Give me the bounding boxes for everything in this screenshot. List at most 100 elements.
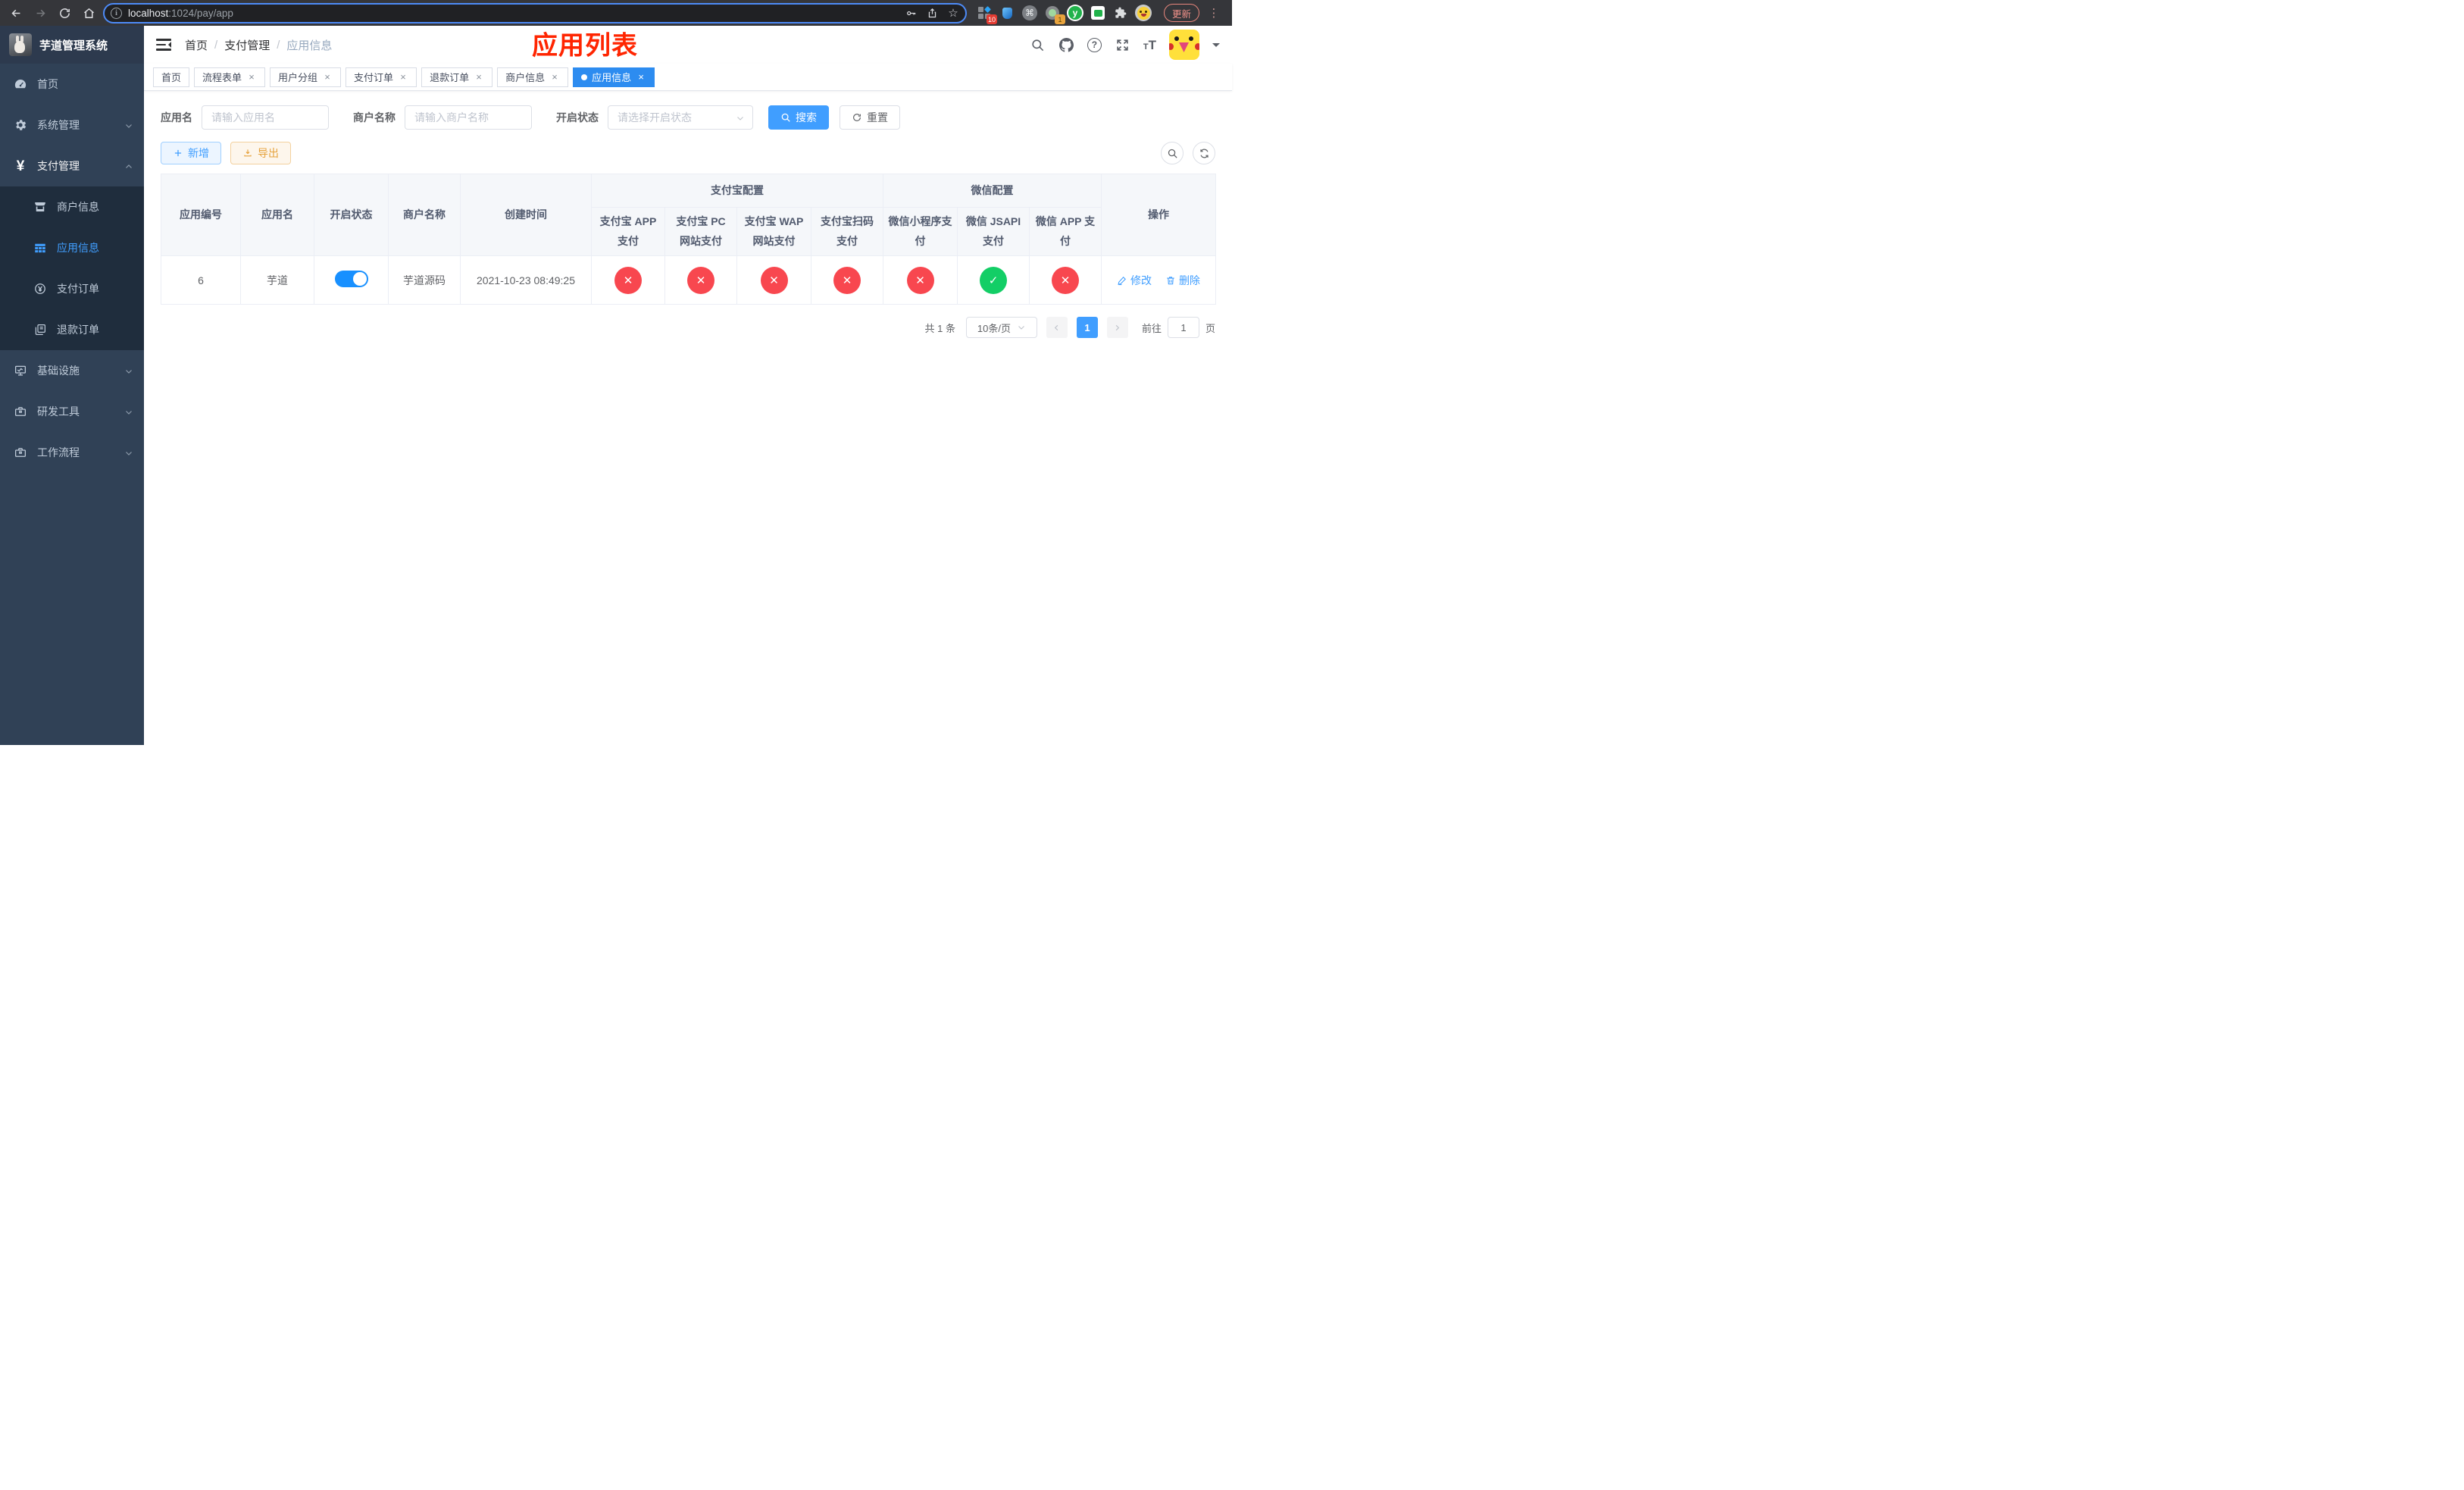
- status-switch[interactable]: [334, 271, 368, 287]
- sidebar-item-infrastructure[interactable]: 基础设施: [0, 350, 144, 391]
- sidebar-item-home[interactable]: 首页: [0, 64, 144, 105]
- close-icon[interactable]: [322, 72, 333, 83]
- refresh-table-button[interactable]: [1193, 142, 1215, 164]
- sidebar-fold-icon[interactable]: [156, 39, 171, 51]
- next-page-button[interactable]: [1106, 317, 1128, 338]
- chevron-down-icon: [124, 366, 133, 375]
- tag-home[interactable]: 首页: [153, 67, 190, 87]
- close-icon[interactable]: [549, 72, 560, 83]
- font-size-icon[interactable]: [1143, 39, 1156, 52]
- reset-button[interactable]: 重置: [840, 105, 900, 130]
- tag-app-info[interactable]: 应用信息: [573, 67, 655, 87]
- coin-icon: [33, 282, 47, 296]
- page-number-1[interactable]: 1: [1076, 317, 1098, 338]
- sidebar-item-app-info[interactable]: 应用信息: [0, 227, 144, 268]
- site-info-icon[interactable]: [111, 7, 122, 19]
- sidebar-item-dev-tools[interactable]: 研发工具: [0, 391, 144, 432]
- page-size-select[interactable]: 10条/页: [965, 317, 1037, 338]
- address-bar[interactable]: localhost:1024/pay/app: [103, 2, 967, 23]
- password-key-icon[interactable]: [902, 4, 920, 22]
- close-icon[interactable]: [636, 72, 646, 83]
- browser-menu-icon[interactable]: [1207, 6, 1221, 20]
- close-icon[interactable]: [398, 72, 408, 83]
- browser-update-button[interactable]: 更新: [1164, 4, 1200, 22]
- reload-icon[interactable]: [55, 3, 74, 23]
- sidebar-logo[interactable]: 芋道管理系统: [0, 26, 144, 64]
- goto-page-input[interactable]: [1167, 317, 1199, 338]
- forward-icon[interactable]: [30, 3, 50, 23]
- share-icon[interactable]: [923, 4, 941, 22]
- logo-image: [9, 33, 32, 56]
- bookmark-star-icon[interactable]: [944, 4, 962, 22]
- col-status: 开启状态: [314, 174, 389, 256]
- extension-grid-icon[interactable]: 10: [976, 5, 997, 24]
- user-avatar[interactable]: [1169, 30, 1199, 60]
- extension-chat-icon[interactable]: [1090, 5, 1106, 21]
- col-merchant: 商户名称: [388, 174, 461, 256]
- tag-process-form[interactable]: 流程表单: [194, 67, 266, 87]
- app-name-input[interactable]: [202, 105, 329, 130]
- user-menu-caret-icon[interactable]: [1212, 42, 1220, 51]
- yen-icon: ¥: [16, 158, 25, 174]
- close-icon[interactable]: [246, 72, 257, 83]
- toolbox-icon: [14, 405, 27, 418]
- tag-user-group[interactable]: 用户分组: [270, 67, 342, 87]
- grid-icon: [33, 241, 47, 255]
- status-select[interactable]: 请选择开启状态: [608, 105, 753, 130]
- sidebar-item-workflow[interactable]: 工作流程: [0, 432, 144, 473]
- document-icon: [33, 323, 47, 337]
- edit-pencil-icon: [1118, 276, 1126, 285]
- app-navbar: 首页 / 支付管理 / 应用信息 应用列表: [144, 26, 1232, 64]
- home-icon[interactable]: [79, 3, 98, 23]
- chevron-down-icon: [124, 121, 133, 130]
- col-actions: 操作: [1101, 174, 1216, 256]
- tag-pay-order[interactable]: 支付订单: [346, 67, 417, 87]
- fullscreen-icon[interactable]: [1115, 37, 1130, 53]
- cell-actions: 修改 删除: [1101, 255, 1216, 305]
- edit-link[interactable]: 修改: [1117, 273, 1152, 288]
- sidebar-item-system[interactable]: 系统管理: [0, 105, 144, 146]
- tag-merchant-info[interactable]: 商户信息: [497, 67, 569, 87]
- sidebar-item-pay-order[interactable]: 支付订单: [0, 268, 144, 309]
- extension-cluster: 10 1 y: [971, 5, 1156, 24]
- extensions-puzzle-icon[interactable]: [1112, 5, 1129, 21]
- tag-refund-order[interactable]: 退款订单: [421, 67, 493, 87]
- add-button[interactable]: 新增: [161, 142, 221, 164]
- screen: localhost:1024/pay/app 10 1: [0, 0, 1232, 745]
- merchant-name-input[interactable]: [405, 105, 532, 130]
- page-title-overlay: 应用列表: [532, 31, 638, 61]
- col-app-name: 应用名: [240, 174, 314, 256]
- url-text[interactable]: localhost:1024/pay/app: [128, 8, 896, 19]
- col-wechat-jsapi: 微信 JSAPI 支付: [957, 207, 1030, 256]
- extension-y-icon[interactable]: y: [1067, 5, 1083, 21]
- breadcrumb-app-info: 应用信息: [286, 39, 333, 52]
- extension-command-icon[interactable]: [1021, 5, 1038, 21]
- breadcrumb-home[interactable]: 首页: [185, 37, 208, 53]
- extension-recorder-icon[interactable]: 1: [1044, 5, 1065, 24]
- browser-profile-avatar[interactable]: [1135, 5, 1152, 21]
- breadcrumb-payment[interactable]: 支付管理: [224, 37, 270, 53]
- back-icon[interactable]: [6, 3, 26, 23]
- cell-app-id: 6: [161, 255, 241, 305]
- export-button[interactable]: 导出: [230, 142, 291, 164]
- prev-page-button[interactable]: [1046, 317, 1068, 338]
- extension-gem-icon[interactable]: [999, 5, 1015, 21]
- download-icon: [244, 149, 252, 157]
- delete-link[interactable]: 删除: [1165, 273, 1200, 288]
- app-name-label: 应用名: [161, 111, 192, 124]
- github-icon[interactable]: [1058, 37, 1074, 53]
- payment-submenu: 商户信息 应用信息 支付订单 退款订单: [0, 186, 144, 350]
- sidebar-item-merchant-info[interactable]: 商户信息: [0, 186, 144, 227]
- sidebar-item-refund-order[interactable]: 退款订单: [0, 309, 144, 350]
- col-wechat-lite: 微信小程序支付: [883, 207, 958, 256]
- toggle-search-button[interactable]: [1161, 142, 1184, 164]
- close-icon[interactable]: [474, 72, 484, 83]
- help-icon[interactable]: [1087, 37, 1102, 52]
- pagination: 共 1 条 10条/页 1 前往 1 页: [161, 317, 1215, 338]
- search-button[interactable]: 搜索: [768, 105, 829, 130]
- shop-icon: [33, 200, 47, 214]
- merchant-name-label: 商户名称: [353, 111, 396, 124]
- chevron-down-icon: [736, 113, 745, 122]
- sidebar-item-payment[interactable]: ¥ 支付管理: [0, 146, 144, 186]
- search-icon[interactable]: [1030, 37, 1046, 53]
